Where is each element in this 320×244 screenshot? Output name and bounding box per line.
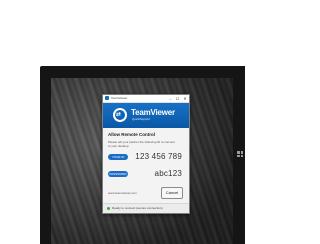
status-text: Ready to connect (secure connection)	[112, 206, 163, 210]
brand-name: TeamViewer	[131, 108, 175, 117]
dialog-footer: www.teamviewer.com Cancel	[108, 186, 184, 200]
close-button[interactable]: ✕	[181, 95, 189, 102]
password-value[interactable]: abc123	[155, 169, 182, 179]
id-value[interactable]: 123 456 789	[135, 152, 182, 162]
status-indicator-icon	[107, 207, 110, 210]
id-row: YOUR ID 123 456 789	[108, 151, 184, 165]
status-bar: Ready to connect (secure connection)	[103, 203, 189, 213]
website-link[interactable]: www.teamviewer.com	[108, 191, 137, 195]
panel-heading: Allow Remote Control	[108, 132, 155, 137]
panel-description: Please tell your partner the following I…	[108, 140, 175, 148]
password-label: PASSWORD	[108, 171, 128, 177]
teamviewer-logo-icon: ⇄	[113, 108, 127, 122]
remote-control-panel: Allow Remote Control Please tell your pa…	[103, 128, 189, 200]
window-titlebar[interactable]: TeamViewer – ☐ ✕	[103, 95, 189, 103]
windows-logo-icon[interactable]	[237, 151, 243, 157]
teamviewer-icon	[105, 96, 109, 100]
header-banner: ⇄ TeamViewer QuickSupport	[103, 103, 189, 128]
window-title: TeamViewer	[111, 96, 128, 100]
teamviewer-window: TeamViewer – ☐ ✕ ⇄ TeamViewer QuickSuppo…	[102, 94, 190, 214]
password-row: PASSWORD abc123	[108, 168, 184, 182]
minimize-button[interactable]: –	[167, 95, 174, 102]
id-label: YOUR ID	[108, 154, 128, 160]
cancel-button[interactable]: Cancel	[161, 187, 183, 199]
brand-subtitle: QuickSupport	[132, 117, 151, 121]
maximize-button[interactable]: ☐	[174, 95, 181, 102]
